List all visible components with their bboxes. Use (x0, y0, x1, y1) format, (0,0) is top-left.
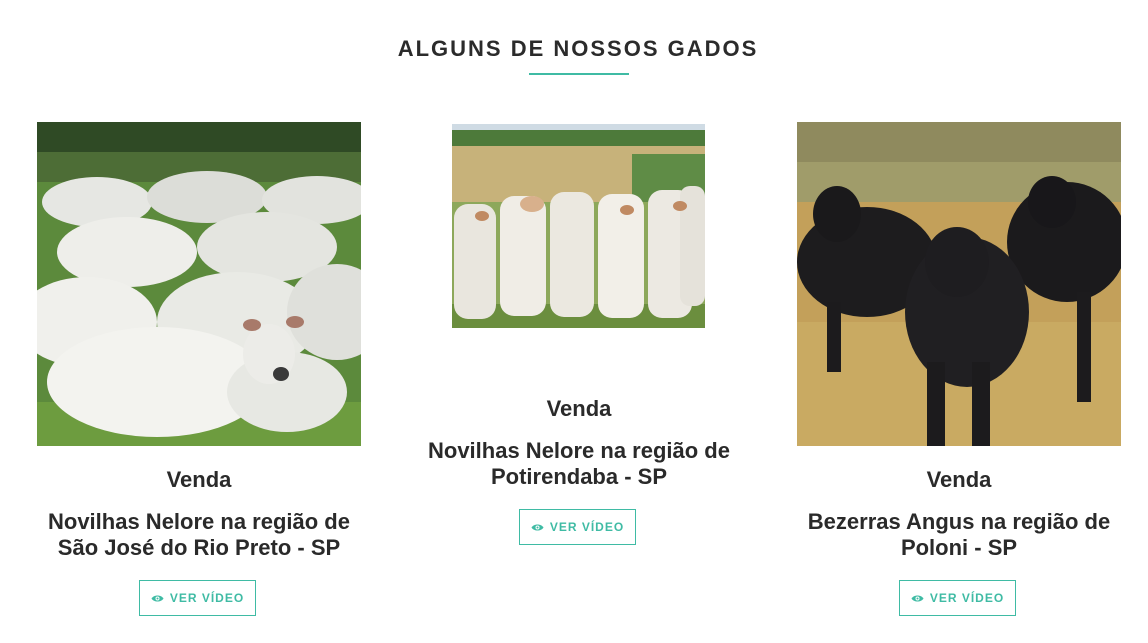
watch-video-button[interactable]: VER VÍDEO (519, 509, 636, 545)
cattle-card-3: Venda Bezerras Angus na região de Poloni… (797, 0, 1121, 643)
card-title: Novilhas Nelore na região de São José do… (48, 509, 350, 560)
nelore-heifers-pasture-photo[interactable] (452, 124, 705, 374)
black-angus-calves-photo[interactable] (797, 122, 1121, 446)
eye-icon (151, 595, 164, 601)
watch-video-button[interactable]: VER VÍDEO (899, 580, 1016, 616)
cattle-card-1: Venda Novilhas Nelore na região de São J… (37, 0, 361, 643)
card-type: Venda (926, 467, 992, 492)
cattle-card-2: Venda Novilhas Nelore na região de Potir… (417, 0, 741, 643)
card-title: Novilhas Nelore na região de Potirendaba… (428, 438, 730, 489)
watch-video-button[interactable]: VER VÍDEO (139, 580, 256, 616)
watch-video-label: VER VÍDEO (549, 520, 625, 534)
eye-icon (531, 524, 544, 530)
watch-video-label: VER VÍDEO (929, 591, 1005, 605)
card-type: Venda (166, 467, 232, 492)
white-nelore-herd-photo[interactable] (37, 122, 361, 446)
watch-video-label: VER VÍDEO (169, 591, 245, 605)
card-title: Bezerras Angus na região de Poloni - SP (807, 509, 1111, 560)
eye-icon (911, 595, 924, 601)
card-type: Venda (546, 396, 612, 421)
